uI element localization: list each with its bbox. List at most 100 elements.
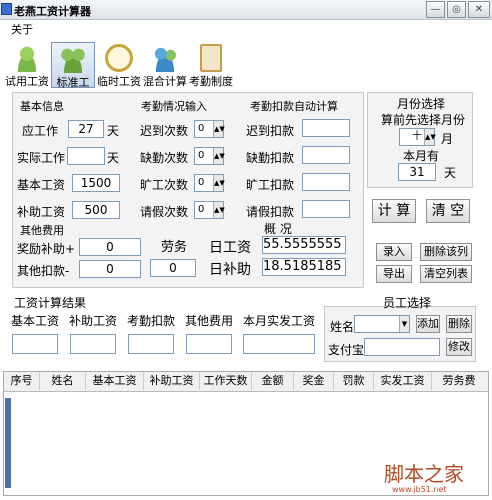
app-icon <box>1 3 12 15</box>
export-button[interactable]: 导出 <box>376 265 412 283</box>
employee-name-select[interactable]: ▼ <box>354 315 410 333</box>
spinner-arrows-icon[interactable]: ▲▼ <box>213 175 225 191</box>
truancy-count-spinner[interactable]: 0 ▲▼ <box>194 174 225 192</box>
subsidy-wage-input[interactable]: 500 <box>72 201 120 219</box>
month-spinner[interactable]: 十 ▲▼ <box>399 128 436 146</box>
actual-days-input[interactable] <box>67 147 105 165</box>
add-employee-button[interactable]: 添加 <box>416 315 440 333</box>
enter-button[interactable]: 录入 <box>376 243 412 261</box>
col-fine[interactable]: 罚款 <box>334 372 374 390</box>
month-days-input[interactable]: 31 <box>398 163 436 181</box>
tool-label: 临时工资 <box>97 75 141 88</box>
clear-button[interactable]: 清 空 <box>426 199 470 223</box>
due-days-unit: 天 <box>107 124 120 138</box>
base-wage-label: 基本工资 <box>17 178 66 192</box>
result-subsidy-field[interactable] <box>70 334 116 354</box>
employee-name-label: 姓名 <box>330 320 355 334</box>
tool-trial-wage[interactable]: 试用工资 <box>5 42 49 88</box>
col-base[interactable]: 基本工资 <box>86 372 144 390</box>
bonus-label: 奖励补助+ <box>17 242 76 256</box>
result-base-field[interactable] <box>12 334 58 354</box>
col-bonus[interactable]: 奖金 <box>294 372 334 390</box>
col-net[interactable]: 实发工资 <box>374 372 432 390</box>
month-days-label: 本月有 <box>403 149 440 163</box>
group-icon <box>59 45 87 73</box>
leave-deduct-field[interactable] <box>302 200 350 218</box>
col-labor[interactable]: 劳务费 <box>432 372 486 390</box>
spinner-arrows-icon[interactable]: ▲▼ <box>213 202 225 218</box>
daily-wage-label: 日工资 <box>209 240 251 256</box>
due-days-input[interactable]: 27 <box>68 120 104 138</box>
tool-standard-wage[interactable]: 标准工资 <box>51 42 95 105</box>
late-deduct-field[interactable] <box>302 119 350 137</box>
overview-title: 概 况 <box>264 222 292 236</box>
close-button[interactable]: ✕ <box>468 1 490 18</box>
absence-deduct-field[interactable] <box>302 146 350 164</box>
minimize-button[interactable]: — <box>426 1 445 18</box>
deduction-title: 考勤扣款自动计算 <box>250 100 338 113</box>
month-days-unit: 天 <box>444 166 457 180</box>
row-selector[interactable] <box>5 398 11 488</box>
spinner-arrows-icon[interactable]: ▲▼ <box>213 121 225 137</box>
leave-count-spinner[interactable]: 0 ▲▼ <box>194 201 225 219</box>
result-col-deduct: 考勤扣款 <box>127 314 176 328</box>
delete-row-button[interactable]: 删除该列 <box>420 243 472 261</box>
other-deduct-input[interactable]: 0 <box>79 260 141 278</box>
due-days-label: 应工作 <box>22 124 59 138</box>
menu-about[interactable]: 关于 <box>11 23 33 36</box>
delete-employee-button[interactable]: 删除 <box>446 315 472 333</box>
spinner-arrows-icon[interactable]: ▲▼ <box>213 148 225 164</box>
restore-button[interactable]: ◎ <box>447 1 466 18</box>
month-hint: 算前先选择月份 <box>381 113 466 127</box>
truancy-deduct-field[interactable] <box>302 173 350 191</box>
month-title: 月份选择 <box>397 97 446 111</box>
tool-temp-wage[interactable]: 临时工资 <box>97 42 141 88</box>
result-title: 工资计算结果 <box>14 296 87 310</box>
month-unit: 月 <box>441 132 454 146</box>
absence-deduct-label: 缺勤扣款 <box>246 151 295 165</box>
alipay-input[interactable] <box>364 338 440 356</box>
clock-icon <box>105 44 133 72</box>
chevron-down-icon[interactable]: ▼ <box>399 316 409 332</box>
late-deduct-label: 迟到扣款 <box>246 124 295 138</box>
result-col-net: 本月实发工资 <box>243 314 316 328</box>
tool-attendance-rules[interactable]: 考勤制度 <box>189 42 233 88</box>
menu-bar: 关于 <box>3 22 489 38</box>
result-deduct-field[interactable] <box>128 334 174 354</box>
calculate-button[interactable]: 计 算 <box>372 199 416 223</box>
employee-title: 员工选择 <box>383 296 432 310</box>
bonus-input[interactable]: 0 <box>79 238 141 256</box>
col-amount[interactable]: 金额 <box>252 372 294 390</box>
col-name[interactable]: 姓名 <box>40 372 86 390</box>
subsidy-wage-label: 补助工资 <box>17 205 66 219</box>
app-title: 老燕工资计算器 <box>14 5 91 18</box>
title-bar: 老燕工资计算器 — ◎ ✕ <box>0 0 492 20</box>
late-count-spinner[interactable]: 0 ▲▼ <box>194 120 225 138</box>
clear-list-button[interactable]: 清空列表 <box>420 265 472 283</box>
labor-input[interactable]: 0 <box>150 259 196 277</box>
base-wage-input[interactable]: 1500 <box>72 174 120 192</box>
spinner-arrows-icon[interactable]: ▲▼ <box>424 129 436 145</box>
absence-count-spinner[interactable]: 0 ▲▼ <box>194 147 225 165</box>
result-net-field[interactable] <box>243 334 315 354</box>
col-subsidy[interactable]: 补助工资 <box>144 372 200 390</box>
daily-subsidy-field[interactable]: 18.5185185 <box>262 258 346 276</box>
alipay-label: 支付宝 <box>328 343 365 357</box>
tool-label: 试用工资 <box>5 75 49 88</box>
tool-mixed-calc[interactable]: 混合计算 <box>143 42 187 88</box>
col-index[interactable]: 序号 <box>4 372 40 390</box>
toolbar: 试用工资 标准工资 临时工资 混合计算 考勤制度 <box>3 42 489 105</box>
labor-label: 劳务 <box>161 240 188 255</box>
watermark-text: 脚本之家 <box>384 462 464 486</box>
daily-wage-field[interactable]: 55.5555555 <box>262 236 346 254</box>
people-icon <box>151 44 179 72</box>
col-days[interactable]: 工作天数 <box>200 372 252 390</box>
result-col-subsidy: 补助工资 <box>69 314 118 328</box>
leave-count-label: 请假次数 <box>140 205 189 219</box>
person-icon <box>13 44 41 72</box>
result-other-field[interactable] <box>186 334 232 354</box>
result-col-base: 基本工资 <box>11 314 60 328</box>
late-count-label: 迟到次数 <box>140 124 189 138</box>
truancy-deduct-label: 旷工扣款 <box>246 178 295 192</box>
edit-employee-button[interactable]: 修改 <box>446 338 472 356</box>
